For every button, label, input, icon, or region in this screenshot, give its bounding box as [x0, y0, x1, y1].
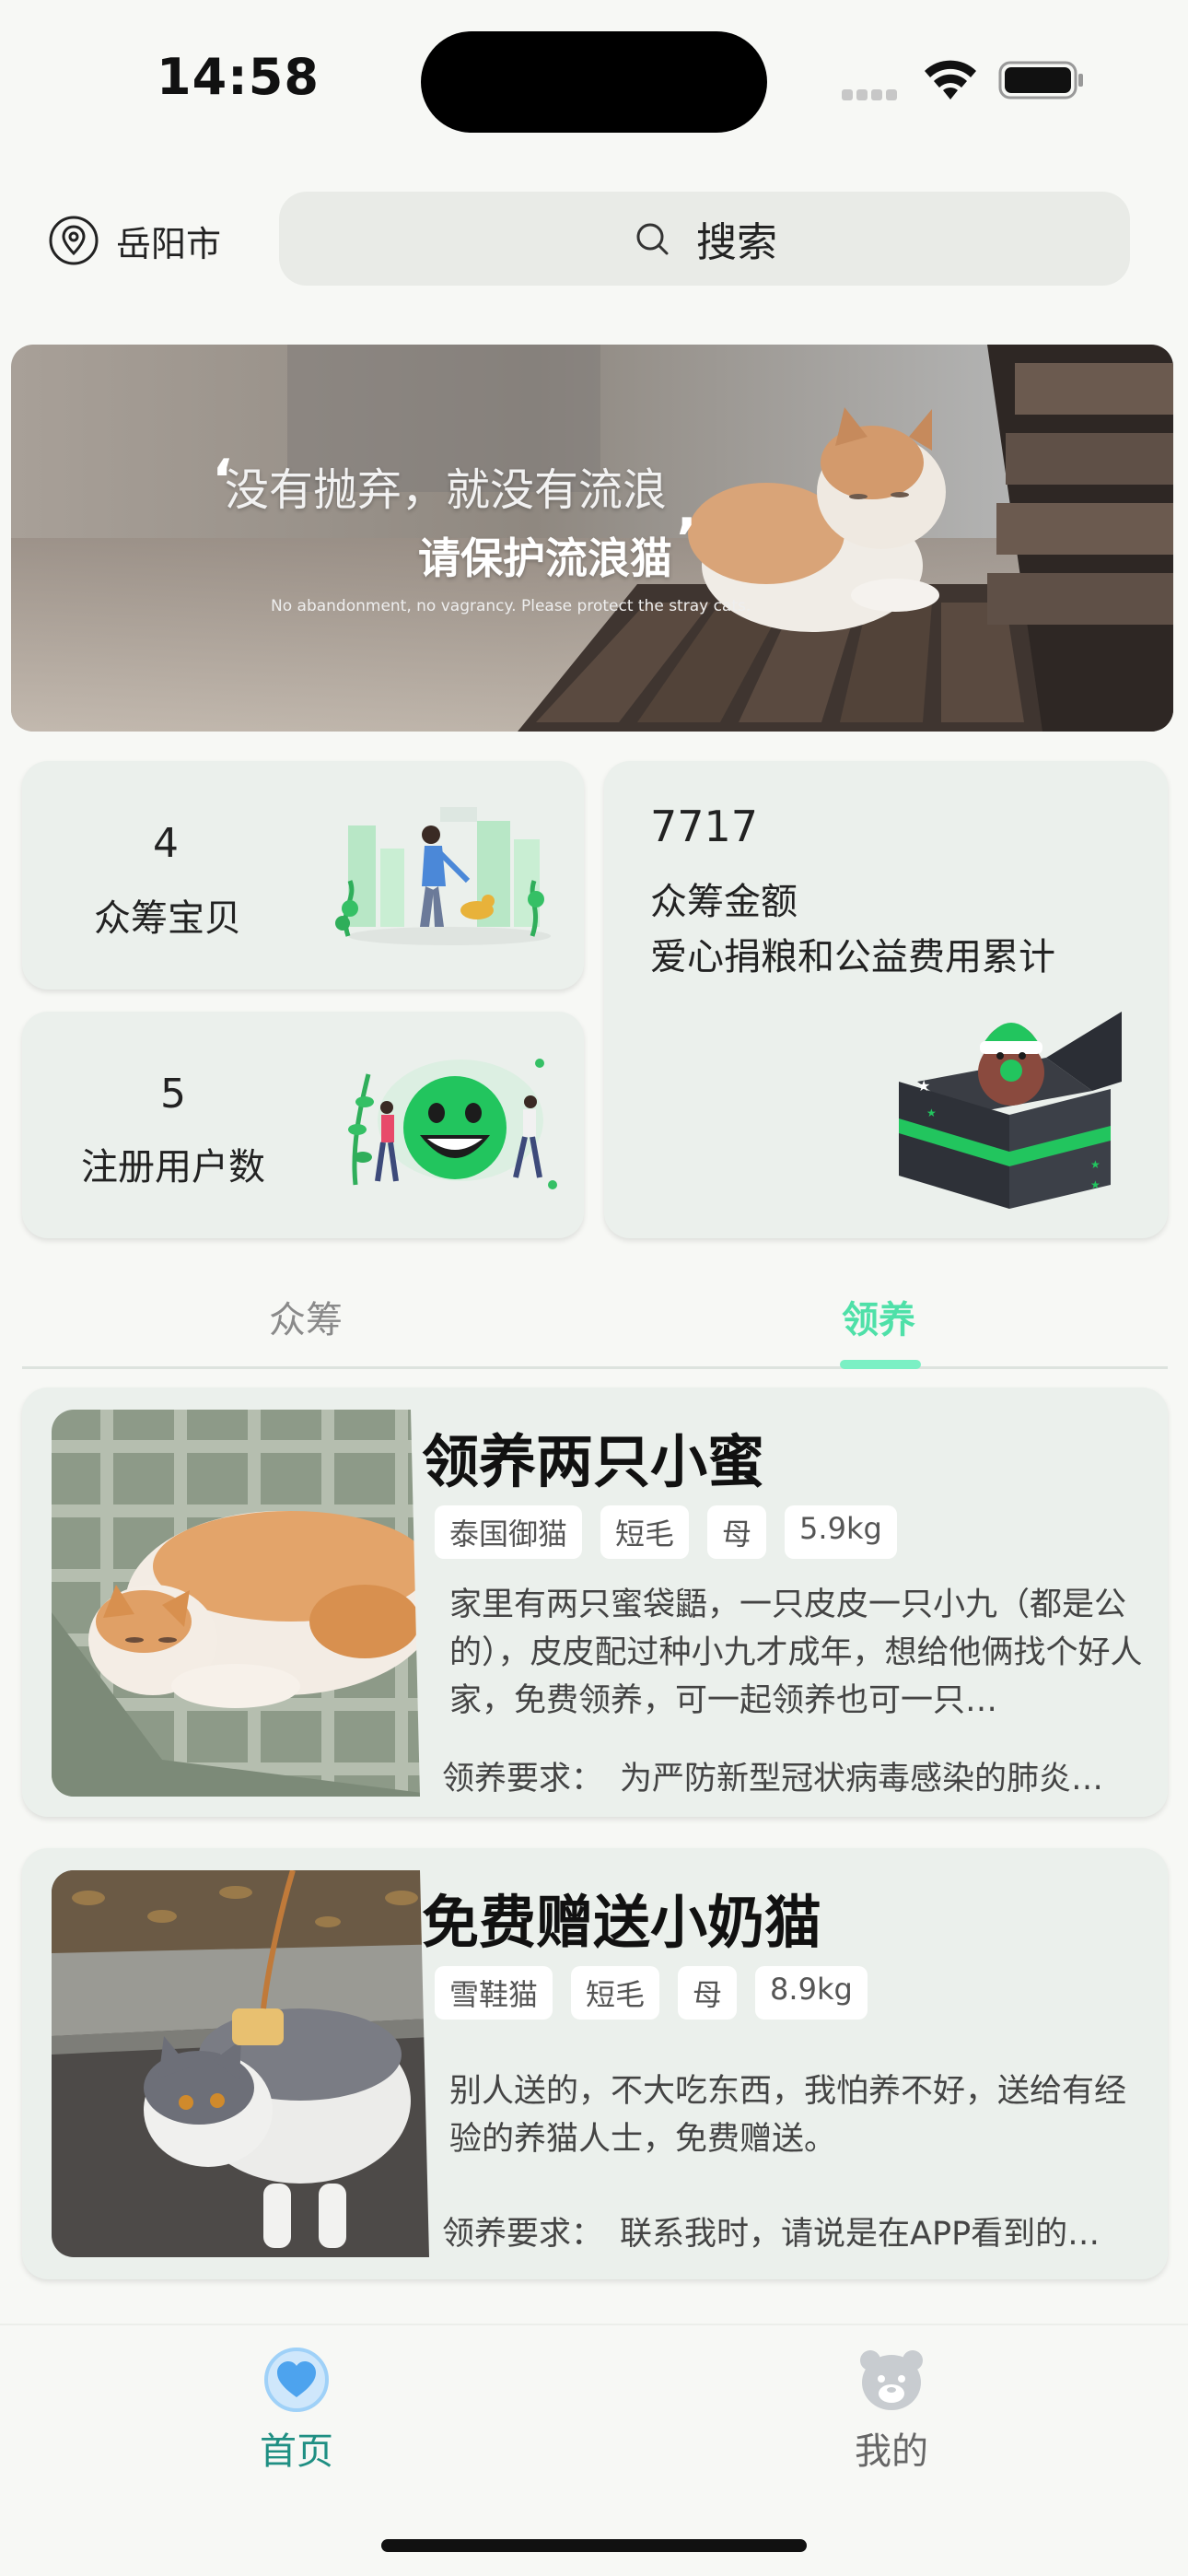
location-selector[interactable]: 岳阳市 — [48, 214, 221, 267]
amount-label: 众筹金额 — [650, 881, 798, 923]
home-indicator — [381, 2539, 807, 2552]
breed-tag: 泰国御猫 — [435, 1505, 583, 1559]
tab-crowdfunding[interactable]: 众筹 — [269, 1290, 343, 1343]
adoption-description: 家里有两只蜜袋鼯，一只皮皮一只小九（都是公的），皮皮配过种小九才成年，想给他俩找… — [449, 1587, 1143, 1719]
weight-tag: 8.9kg — [755, 1966, 868, 2020]
nav-mine-label: 我的 — [855, 2430, 928, 2473]
hero-banner[interactable]: ‘ ’ 没有抛弃，就没有流浪 请保护流浪猫 No abandonment, no… — [11, 345, 1173, 732]
tab-active-indicator — [840, 1360, 921, 1369]
svg-text:★: ★ — [917, 1077, 930, 1095]
adoption-card[interactable]: 领养两只小蜜 泰国御猫 短毛 母 5.9kg 家里有两只蜜袋鼯，一只皮皮一只小九… — [22, 1388, 1168, 1817]
stat-card-crowdfund-amount[interactable]: 7717 众筹金额 爱心捐粮和公益费用累计 ★ ★ ★ ★ — [604, 761, 1168, 1238]
heart-icon — [264, 2348, 329, 2412]
adoption-title: 领养两只小蜜 — [422, 1428, 765, 1495]
svg-text:★: ★ — [926, 1107, 937, 1119]
breed-tag: 雪鞋猫 — [435, 1966, 553, 2020]
smiley-people-illustration — [348, 1059, 557, 1189]
battery-icon — [998, 61, 1083, 100]
adoption-description: 别人送的，不大吃东西，我怕养不好，送给有经验的养猫人士，免费赠送。 — [449, 2073, 1127, 2158]
banner-headline: 请保护流浪猫 — [418, 533, 672, 583]
requirement-text: 为严防新型冠状病毒感染的肺炎… — [620, 1761, 1104, 1797]
nav-mine[interactable]: 我的 — [799, 2346, 984, 2475]
gender-tag: 母 — [707, 1505, 767, 1559]
dynamic-island — [421, 31, 767, 133]
adoption-title: 免费赠送小奶猫 — [422, 1889, 822, 1956]
amount-value: 7717 — [650, 802, 759, 851]
users-label: 注册用户数 — [81, 1146, 265, 1188]
adoption-photo — [52, 1410, 451, 1797]
donation-box-illustration: ★ ★ ★ ★ — [899, 1012, 1122, 1209]
city-label: 岳阳市 — [116, 223, 222, 264]
wifi-icon — [925, 60, 976, 100]
status-bar: 14:58 — [0, 0, 1188, 157]
babies-count: 4 — [153, 820, 179, 867]
status-time: 14:58 — [157, 48, 320, 106]
tab-adoption[interactable]: 领养 — [842, 1290, 915, 1343]
adoption-tags: 雪鞋猫 短毛 母 8.9kg — [435, 1966, 868, 2020]
location-pin-icon — [49, 216, 99, 265]
svg-text:★: ★ — [1090, 1178, 1101, 1191]
banner-text: 没有抛弃，就没有流浪 请保护流浪猫 No abandonment, no vag… — [225, 453, 751, 615]
users-count: 5 — [160, 1071, 186, 1118]
walking-dog-illustration — [335, 807, 551, 945]
svg-text:★: ★ — [1090, 1158, 1101, 1171]
search-bar[interactable]: 搜索 — [279, 192, 1130, 286]
weight-tag: 5.9kg — [785, 1505, 897, 1559]
fur-tag: 短毛 — [571, 1966, 660, 2020]
adoption-tags: 泰国御猫 短毛 母 5.9kg — [435, 1505, 897, 1559]
bottom-navigation: 首页 我的 — [0, 2324, 1188, 2576]
bear-icon — [860, 2350, 923, 2410]
banner-english-caption: No abandonment, no vagrancy. Please prot… — [271, 597, 751, 615]
banner-slogan: 没有抛弃，就没有流浪 — [225, 464, 668, 516]
stat-card-registered-users[interactable]: 5 注册用户数 — [22, 1012, 584, 1238]
adoption-requirement: 领养要求： 联系我时，请说是在APP看到的… — [442, 2207, 1151, 2254]
nav-home[interactable]: 首页 — [204, 2346, 389, 2475]
requirement-label: 领养要求： — [442, 2216, 604, 2253]
search-icon — [636, 223, 669, 255]
requirement-label: 领养要求： — [442, 1761, 604, 1797]
cellular-signal-icon — [842, 87, 904, 100]
kitten-on-leash-photo — [52, 1870, 451, 2257]
sleeping-cat-photo — [52, 1410, 451, 1797]
requirement-text: 联系我时，请说是在APP看到的… — [620, 2216, 1101, 2253]
adoption-photo — [52, 1870, 451, 2257]
adoption-requirement: 领养要求： 为严防新型冠状病毒感染的肺炎… — [442, 1752, 1151, 1799]
nav-home-label: 首页 — [260, 2430, 333, 2473]
gender-tag: 母 — [678, 1966, 738, 2020]
fur-tag: 短毛 — [600, 1505, 690, 1559]
tab-bar: 众筹 领养 — [22, 1273, 1168, 1369]
adoption-card[interactable]: 免费赠送小奶猫 雪鞋猫 短毛 母 8.9kg 别人送的，不大吃东西，我怕养不好，… — [22, 1848, 1168, 2279]
babies-label: 众筹宝贝 — [94, 897, 241, 940]
stat-card-crowdfund-babies[interactable]: 4 众筹宝贝 — [22, 761, 584, 989]
search-placeholder: 搜索 — [696, 219, 777, 266]
